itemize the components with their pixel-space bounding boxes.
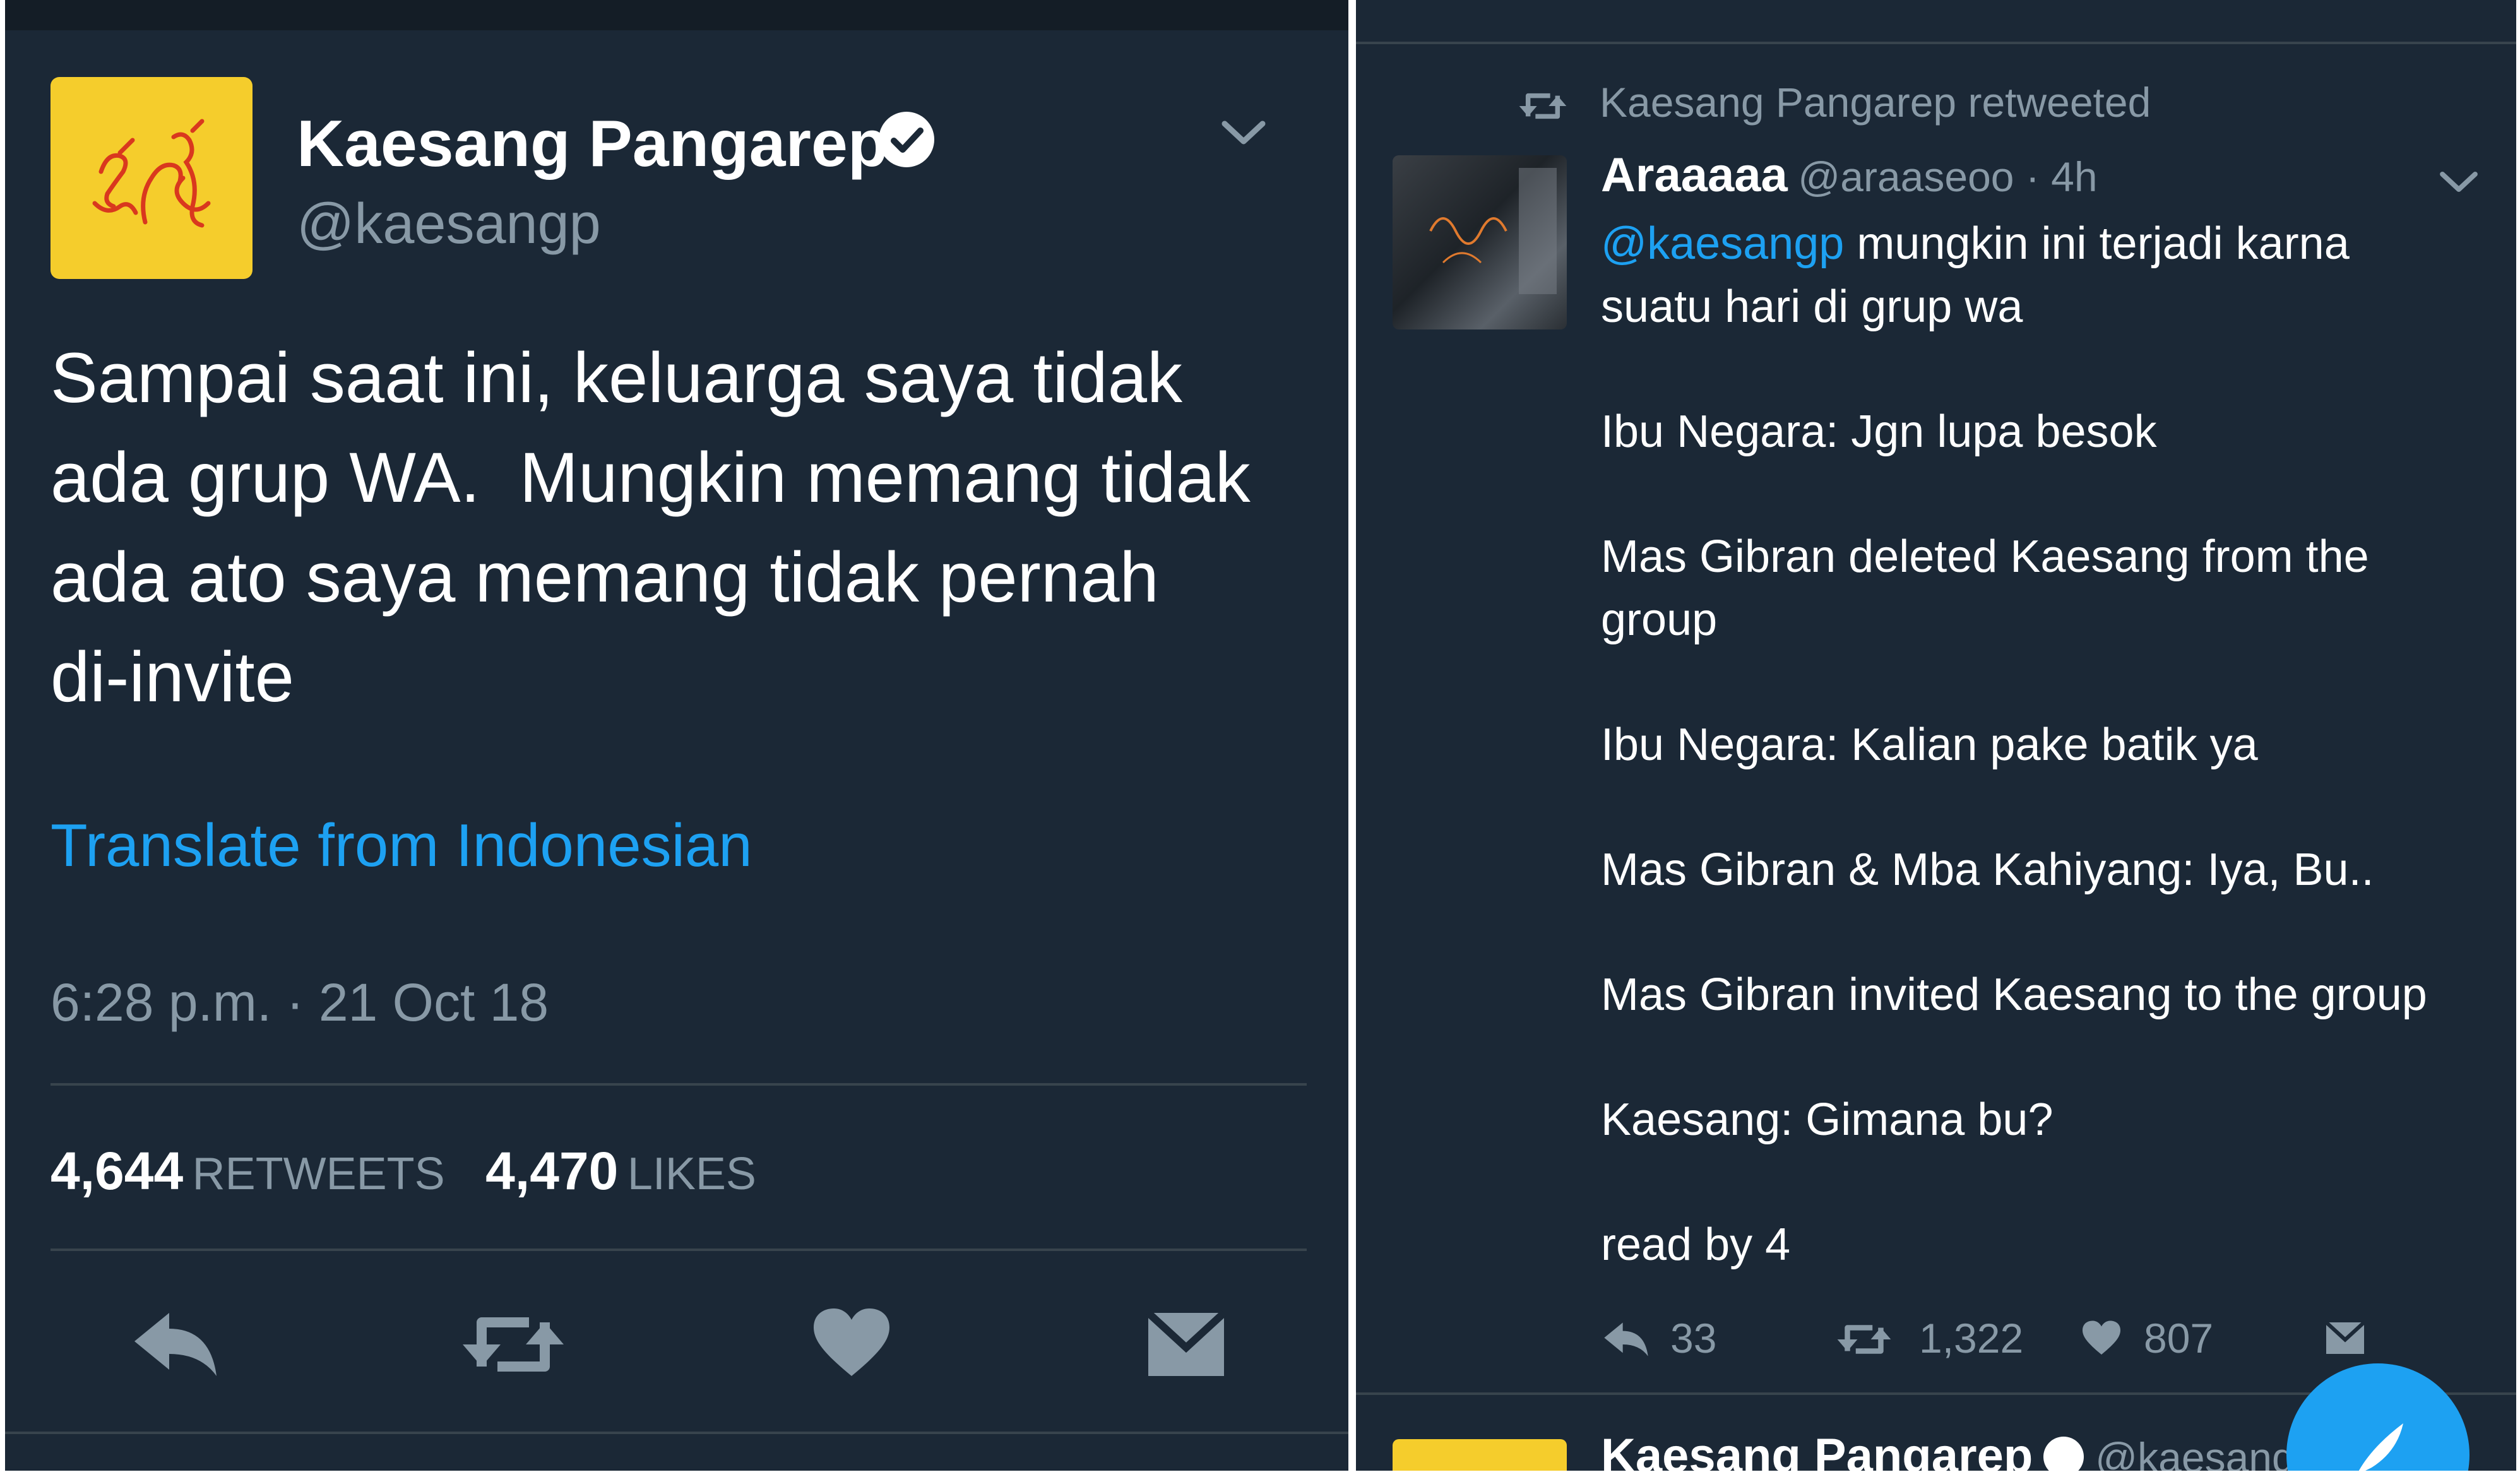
next-tweet-header: Kaesang Pangarep @kaesangp [1601, 1428, 2318, 1471]
verified-badge-icon [879, 112, 934, 167]
tweet-detail-panel: Kaesang Pangarep @kaesangp Sampai saat i… [5, 0, 1348, 1471]
tweet-text-line: Mas Gibran deleted Kaesang from the [1601, 531, 2369, 582]
tweet-text-line: Ibu Negara: Kalian pake batik ya [1601, 720, 2258, 770]
reply-icon[interactable] [1601, 1319, 1651, 1360]
next-tweet-avatar[interactable] [1393, 1439, 1567, 1471]
divider [51, 1083, 1307, 1086]
tweet-text-line: Kaesang: Gimana bu? [1601, 1094, 2053, 1145]
retweeted-icon [1519, 93, 1567, 119]
reply-count[interactable]: 33 [1670, 1313, 1716, 1363]
direct-message-icon[interactable] [1145, 1307, 1227, 1382]
compose-tweet-button[interactable] [2286, 1363, 2469, 1471]
engagement-stats: 4,644 RETWEETS 4,470 LIKES [51, 1136, 756, 1221]
avatar-drawing-icon [92, 119, 211, 228]
next-tweet-author-name[interactable]: Kaesang Pangarep [1601, 1429, 2033, 1471]
author-name[interactable]: Kaesang Pangarep [297, 106, 888, 182]
retweets-label[interactable]: RETWEETS [193, 1149, 445, 1199]
tweet-text-line: Ibu Negara: Jgn lupa besok [1601, 406, 2157, 457]
action-bar: 33 1,322 807 [1601, 1313, 2422, 1363]
tweet-text-line: @kaesangp mungkin ini terjadi karna [1601, 212, 2427, 275]
chevron-down-icon[interactable] [1218, 114, 1269, 151]
tweet-text-line: read by 4 [1601, 1219, 1791, 1270]
chevron-down-icon[interactable] [2437, 165, 2481, 198]
translate-link[interactable]: Translate from Indonesian [51, 811, 752, 881]
compose-quill-icon [2358, 1423, 2403, 1471]
retweet-author-avatar[interactable] [1393, 155, 1567, 329]
divider [51, 1249, 1307, 1251]
author-handle[interactable]: @kaesangp [297, 189, 601, 259]
like-heart-icon[interactable] [811, 1305, 893, 1381]
tweet-text: mungkin ini terjadi karna [1844, 218, 2350, 269]
retweet-icon[interactable] [460, 1307, 567, 1382]
next-tweet-handle[interactable]: @kaesangp [2095, 1434, 2318, 1471]
tweet-text-line: ada grup WA. Mungkin memang tidak [51, 438, 1251, 517]
verified-badge-icon [2043, 1437, 2084, 1471]
retweet-author-handle-time[interactable]: @araaseoo · 4h [1798, 153, 2097, 200]
tweet-timestamp: 6:28 p.m. · 21 Oct 18 [51, 973, 549, 1032]
tweet-text-line: ada ato saya memang tidak pernah [51, 538, 1159, 617]
divider [5, 1432, 1348, 1434]
likes-count[interactable]: 4,470 [485, 1141, 618, 1201]
divider [1356, 42, 2516, 44]
like-count[interactable]: 807 [2144, 1313, 2213, 1363]
reply-icon[interactable] [128, 1307, 223, 1382]
mention-link[interactable]: @kaesangp [1601, 218, 1844, 269]
retweet-icon[interactable] [1836, 1319, 1893, 1360]
tweet-text-line: group [1601, 595, 1718, 645]
tweet-text-line: suatu hari di grup wa [1601, 282, 2023, 332]
tweet-text-line: Sampai saat ini, keluarga saya tidak [51, 338, 1182, 417]
retweet-author-name[interactable]: Araaaaa [1601, 148, 1788, 202]
retweet-body: @kaesangp mungkin ini terjadi karna suat… [1601, 212, 2427, 1276]
tweet-text-line: di-invite [51, 638, 294, 716]
retweeted-by-label[interactable]: Kaesang Pangarep retweeted [1600, 76, 2151, 129]
likes-label[interactable]: LIKES [627, 1149, 756, 1199]
tweet-text: Sampai saat ini, keluarga saya tidak ada… [51, 328, 1251, 727]
top-bar [5, 0, 1348, 30]
timeline-panel: Kaesang Pangarep retweeted Araaaaa @araa… [1356, 0, 2516, 1471]
avatar[interactable] [51, 77, 253, 279]
retweets-count[interactable]: 4,644 [51, 1141, 183, 1201]
tweet-text-line: Mas Gibran & Mba Kahiyang: Iya, Bu.. [1601, 845, 2374, 895]
like-heart-icon[interactable] [2081, 1319, 2122, 1357]
direct-message-icon[interactable] [2323, 1319, 2367, 1357]
tweet-text-line: Mas Gibran invited Kaesang to the group [1601, 970, 2427, 1020]
avatar-photo-icon [1429, 168, 1557, 294]
retweet-count[interactable]: 1,322 [1919, 1313, 2023, 1363]
tweet-header: Araaaaa @araaseoo · 4h [1601, 144, 2098, 220]
